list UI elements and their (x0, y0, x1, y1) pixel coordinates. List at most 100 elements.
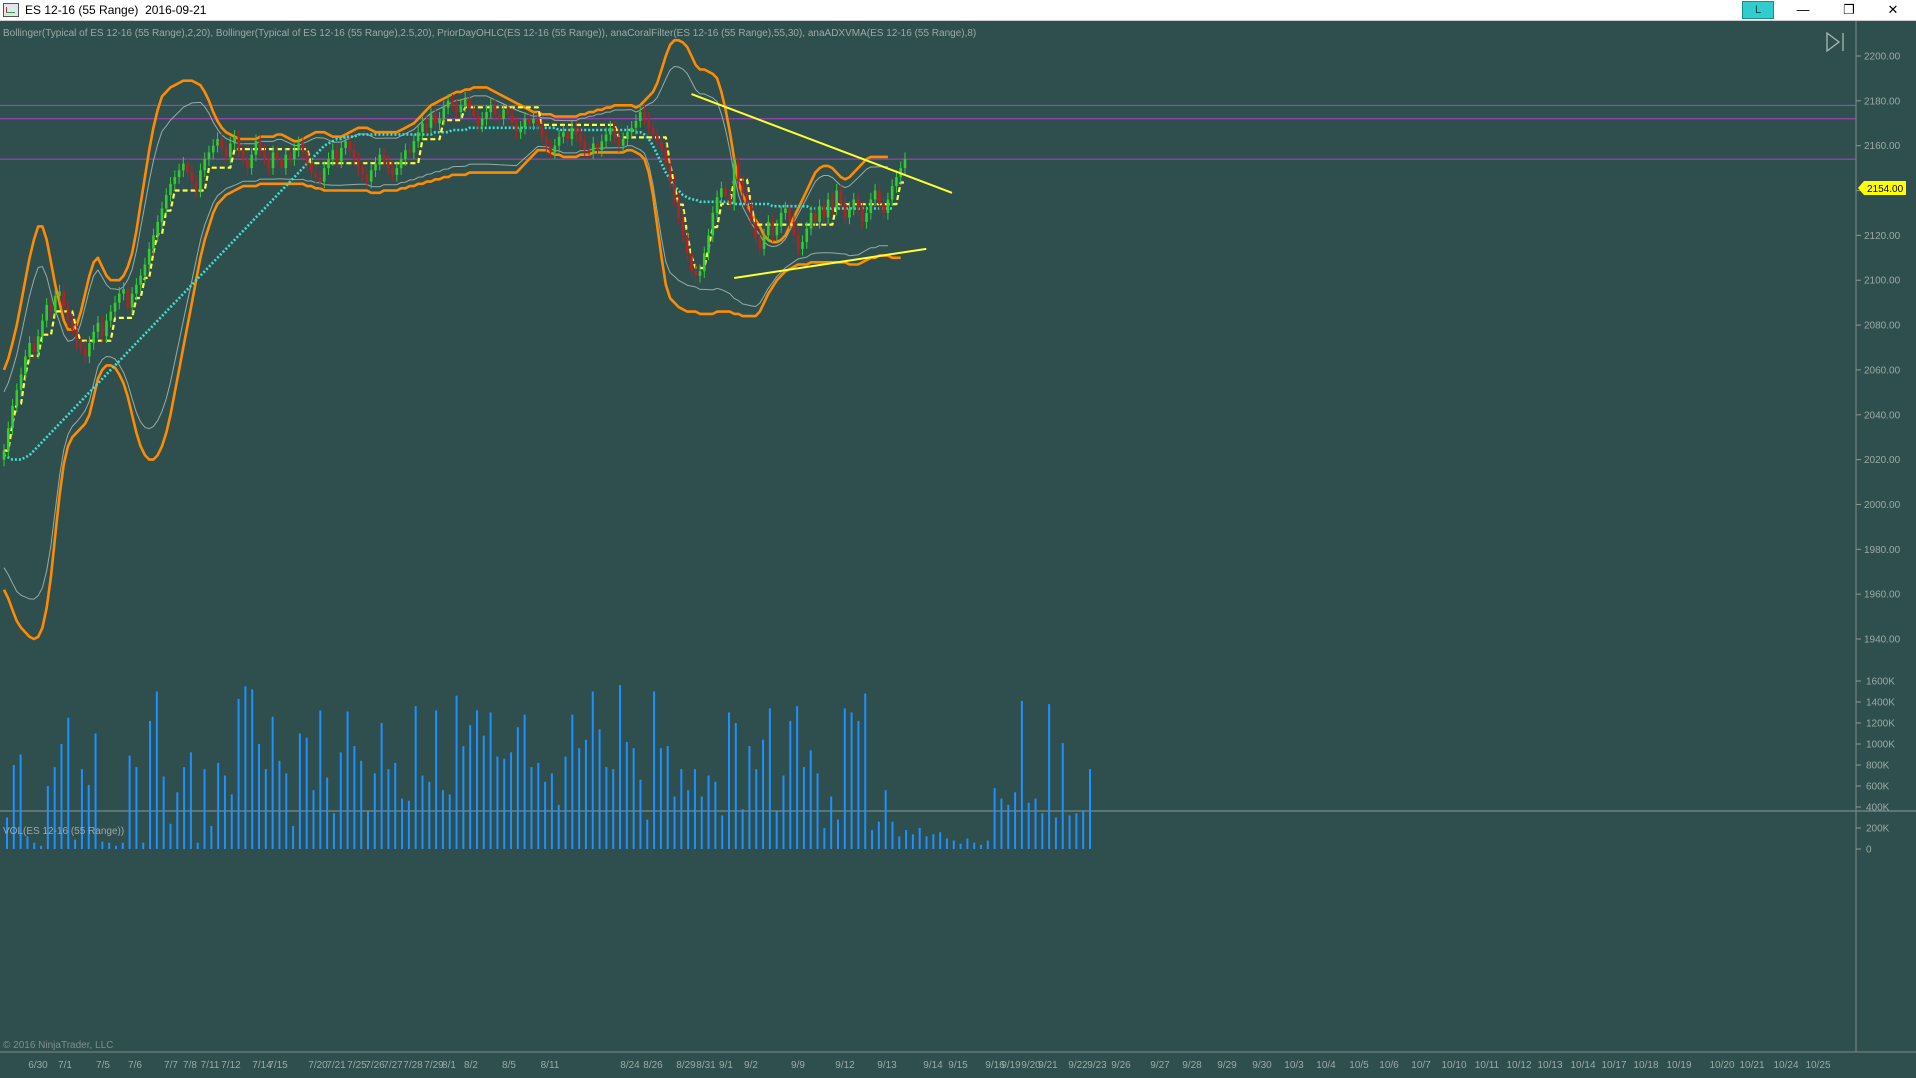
candle-down-body (391, 168, 394, 175)
candle-up-body (96, 322, 100, 332)
volume-bar (448, 794, 451, 849)
candle-up-body (229, 143, 232, 157)
candle-up-body (156, 221, 160, 236)
volume-bar (530, 767, 533, 849)
date-tick-label: 9/1 (719, 1060, 733, 1071)
date-tick-label: 7/25 (347, 1060, 367, 1071)
volume-bar (407, 800, 410, 849)
restore-button[interactable]: ❐ (1826, 0, 1872, 20)
candle-up-body (438, 118, 441, 124)
candle-up-body (852, 199, 856, 209)
date-tick-label: 10/24 (1773, 1060, 1798, 1071)
candle-down-body (856, 199, 860, 209)
date-tick-label: 7/12 (221, 1060, 241, 1071)
candle-down-body (506, 109, 510, 115)
candle-up-body (446, 100, 450, 108)
volume-bar (693, 769, 696, 849)
volume-bar (285, 773, 288, 849)
close-button[interactable]: ✕ (1870, 0, 1916, 20)
date-tick-label: 9/19 (1001, 1060, 1021, 1071)
volume-bar (298, 733, 301, 849)
candle-up-body (421, 123, 424, 133)
candle-down-body (843, 203, 847, 218)
date-tick-label: 10/4 (1316, 1060, 1336, 1071)
candle-up-body (147, 248, 151, 265)
candle-up-body (36, 336, 40, 352)
link-button[interactable]: L (1742, 1, 1774, 19)
candle-up-body (459, 105, 463, 113)
candle-up-body (143, 264, 147, 276)
candle-up-body (805, 228, 809, 243)
volume-bar (155, 691, 158, 849)
volume-bar (584, 739, 587, 849)
candle-down-body (280, 159, 283, 169)
volume-bar (666, 746, 669, 849)
date-tick-label: 9/29 (1217, 1060, 1237, 1071)
candle-down-body (579, 134, 582, 142)
minimize-button[interactable]: — (1780, 0, 1826, 20)
candle-up-body (702, 253, 706, 272)
candle-up-body (135, 284, 138, 294)
candle-down-body (49, 304, 53, 312)
last-price-tag: 2154.00 (1858, 181, 1906, 195)
candle-up-body (732, 163, 736, 204)
volume-bar (871, 830, 874, 849)
volume-bar (857, 720, 860, 849)
candle-up-body (775, 226, 779, 236)
candle-up-body (340, 147, 343, 162)
volume-bar (632, 748, 635, 849)
candle-down-body (839, 190, 843, 204)
candle-down-body (796, 235, 800, 249)
date-tick-label: 9/23 (1087, 1060, 1107, 1071)
candle-down-body (566, 132, 569, 139)
candle-down-body (71, 320, 74, 330)
candle-up-body (826, 199, 830, 218)
volume-bar (80, 769, 83, 849)
candle-up-body (271, 152, 275, 169)
volume-bar (142, 842, 145, 849)
volume-bar (387, 769, 390, 849)
date-tick-label: 9/28 (1182, 1060, 1202, 1071)
candle-up-body (113, 302, 117, 312)
volume-bar (1027, 802, 1030, 849)
date-tick-label: 9/26 (1111, 1060, 1131, 1071)
candle-down-body (310, 163, 313, 173)
volume-bar (237, 698, 240, 849)
candle-down-body (267, 159, 271, 169)
candle-down-body (83, 347, 87, 357)
date-tick-label: 7/20 (308, 1060, 328, 1071)
candle-down-body (587, 150, 591, 153)
volume-bar (612, 769, 615, 849)
volume-bar (40, 845, 43, 849)
volume-bar (830, 796, 833, 849)
date-tick-label: 10/12 (1506, 1060, 1531, 1071)
candle-down-body (596, 143, 599, 151)
date-tick-label: 9/14 (923, 1060, 943, 1071)
price-tick-label: 1980.00 (1864, 545, 1901, 556)
candle-up-body (250, 154, 253, 169)
volume-bar (809, 750, 812, 849)
volume-bar (1054, 817, 1057, 849)
candle-up-body (873, 190, 877, 200)
candle-up-body (233, 136, 236, 144)
candle-up-body (395, 168, 399, 175)
date-tick-label: 6/30 (28, 1060, 48, 1071)
chart-area[interactable]: 2200.002180.002160.002140.002120.002100.… (0, 21, 1916, 1078)
volume-bar (353, 746, 356, 849)
volume-bar (244, 686, 247, 849)
candle-up-body (344, 141, 347, 148)
date-tick-label: 10/21 (1739, 1060, 1764, 1071)
window-title: ES 12-16 (55 Range) 2016-09-21 (25, 3, 207, 17)
candle-down-body (647, 118, 651, 128)
candle-down-body (335, 150, 339, 162)
volume-bar (332, 813, 335, 849)
volume-bar (925, 836, 928, 849)
candle-down-body (536, 118, 540, 126)
candle-down-body (100, 322, 104, 337)
volume-bar (625, 741, 628, 849)
volume-bar (843, 708, 846, 849)
volume-indicator-label: VOL(ES 12-16 (55 Range)) (3, 826, 124, 837)
price-tick-label: 2060.00 (1864, 365, 1901, 376)
date-tick-label: 9/21 (1038, 1060, 1058, 1071)
candle-down-body (32, 343, 36, 352)
